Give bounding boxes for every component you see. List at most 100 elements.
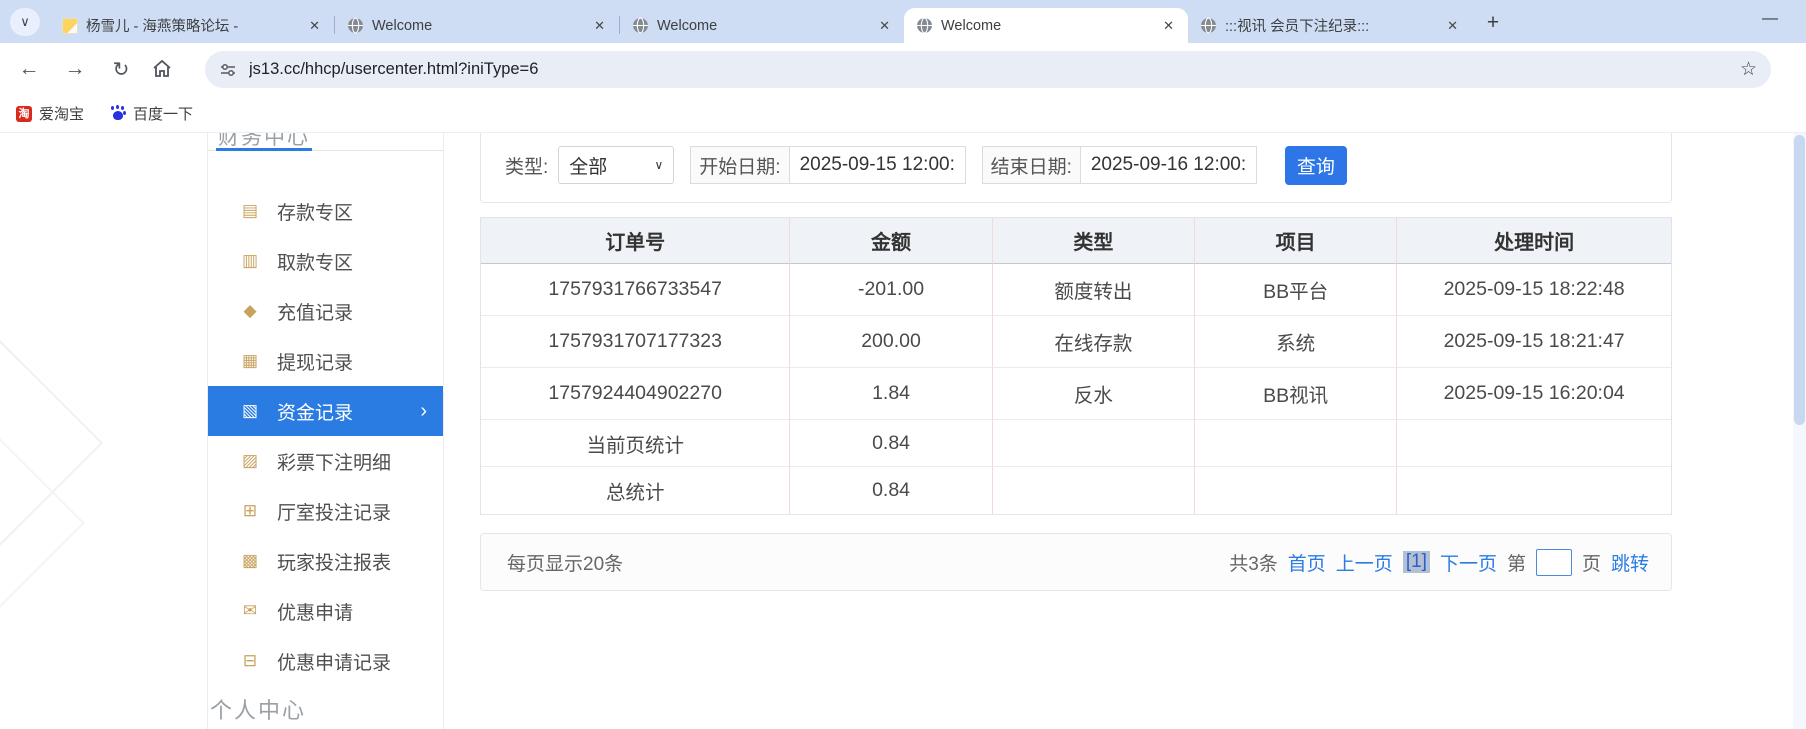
end-date-input[interactable] <box>1080 146 1257 184</box>
cell-label: 总统计 <box>481 467 791 514</box>
bookmark-label: 爱淘宝 <box>39 106 85 123</box>
close-icon[interactable]: ✕ <box>305 18 324 34</box>
money-bag-icon: ◆ <box>243 301 257 320</box>
column-header-project: 项目 <box>1194 218 1398 264</box>
sidebar-item-funds-records[interactable]: ▧ 资金记录 › <box>208 386 443 436</box>
window-minimize-button[interactable]: — <box>1762 10 1778 28</box>
sidebar-item-label: 充值记录 <box>277 302 354 324</box>
bookmark-star-icon[interactable]: ☆ <box>1740 58 1757 81</box>
chevron-right-icon: › <box>420 399 427 422</box>
scrollbar-thumb[interactable] <box>1794 135 1805 425</box>
sidebar-item-recharge-records[interactable]: ◆ 充值记录 <box>208 286 443 336</box>
cell-amount: 0.84 <box>790 420 993 467</box>
column-header-amount: 金额 <box>790 218 993 264</box>
tab-title: Welcome <box>372 17 433 34</box>
lottery-list-icon: ▨ <box>241 451 259 470</box>
sidebar-item-promo-apply[interactable]: ✉ 优惠申请 <box>208 586 443 636</box>
tab-search-button[interactable]: ∨ <box>10 8 40 36</box>
cell-project: BB平台 <box>1194 264 1398 316</box>
main-content: 类型: 全部 ∨ 开始日期: 结束日期: 查询 订单号 <box>480 133 1672 729</box>
chevron-down-icon: ∨ <box>20 14 30 29</box>
table-row: 1757924404902270 1.84 反水 BB视讯 2025-09-15… <box>481 368 1671 420</box>
sidebar-item-promo-apply-records[interactable]: ⊟ 优惠申请记录 <box>208 636 443 686</box>
tab-forum[interactable]: 杨雪儿 - 海燕策略论坛 - ✕ <box>50 8 334 43</box>
new-tab-button[interactable]: + <box>1478 8 1508 38</box>
forward-icon[interactable]: → <box>58 52 92 86</box>
browser-window: ∨ 杨雪儿 - 海燕策略论坛 - ✕ Welcome ✕ Welcome ✕ W… <box>0 0 1806 729</box>
sidebar-item-label: 玩家投注报表 <box>277 552 392 574</box>
sidebar-item-label: 厅室投注记录 <box>277 502 392 524</box>
tab-strip: ∨ 杨雪儿 - 海燕策略论坛 - ✕ Welcome ✕ Welcome ✕ W… <box>0 0 1806 43</box>
page-scrollbar[interactable] <box>1793 133 1806 729</box>
cell-empty <box>1397 420 1671 467</box>
jump-page-input[interactable] <box>1535 548 1572 576</box>
search-button[interactable]: 查询 <box>1284 145 1347 185</box>
total-count-label: 共3条 <box>1229 553 1278 575</box>
type-label: 类型: <box>505 156 549 178</box>
jump-button[interactable]: 跳转 <box>1611 549 1649 576</box>
tabs-row: 杨雪儿 - 海燕策略论坛 - ✕ Welcome ✕ Welcome ✕ Wel… <box>50 0 1508 43</box>
next-page-link[interactable]: 下一页 <box>1440 549 1497 576</box>
home-icon[interactable] <box>150 52 174 86</box>
tab-bet-records[interactable]: :::视讯 会员下注纪录::: ✕ <box>1188 8 1472 43</box>
bookmark-baidu[interactable]: 百度一下 <box>110 103 193 124</box>
globe-icon <box>348 17 363 34</box>
bookmarks-bar: 淘 爱淘宝 百度一下 <box>0 95 1806 133</box>
url-text[interactable]: js13.cc/hhcp/usercenter.html?iniType=6 <box>249 60 1740 79</box>
first-page-link[interactable]: 首页 <box>1288 549 1326 576</box>
sidebar-item-label: 优惠申请记录 <box>277 652 392 674</box>
close-icon[interactable]: ✕ <box>1159 18 1178 34</box>
sidebar-item-hall-bet-records[interactable]: ⊞ 厅室投注记录 <box>208 486 443 536</box>
cell-order-no: 1757924404902270 <box>481 368 791 420</box>
promo-envelope-icon: ✉ <box>242 601 258 620</box>
site-settings-icon[interactable] <box>219 61 237 79</box>
column-header-order-no: 订单号 <box>481 218 791 264</box>
chevron-down-icon: ∨ <box>654 158 664 172</box>
cell-amount: -201.00 <box>790 264 993 316</box>
tab-welcome-active[interactable]: Welcome ✕ <box>904 8 1188 43</box>
cell-amount: 200.00 <box>790 316 993 368</box>
tab-welcome-2[interactable]: Welcome ✕ <box>620 8 904 43</box>
sidebar-item-lottery-bet-details[interactable]: ▨ 彩票下注明细 <box>208 436 443 486</box>
url-bar[interactable]: js13.cc/hhcp/usercenter.html?iniType=6 ☆ <box>205 51 1771 88</box>
end-date-label: 结束日期: <box>981 146 1081 184</box>
tab-title: :::视讯 会员下注纪录::: <box>1225 19 1370 35</box>
jump-prefix-label: 第 <box>1506 553 1526 575</box>
prev-page-link[interactable]: 上一页 <box>1336 549 1393 576</box>
cell-empty <box>992 420 1195 467</box>
current-page-indicator: [1] <box>1402 551 1430 573</box>
close-icon[interactable]: ✕ <box>875 18 894 34</box>
sidebar-item-label: 取款专区 <box>277 252 354 274</box>
sidebar-item-deposit-zone[interactable]: ▤ 存款专区 <box>208 186 443 236</box>
sidebar-item-label: 优惠申请 <box>277 602 354 624</box>
column-header-time: 处理时间 <box>1397 218 1671 264</box>
bookmark-taobao[interactable]: 淘 爱淘宝 <box>16 103 84 124</box>
funds-cards-icon: ▧ <box>241 401 259 420</box>
cell-order-no: 1757931707177323 <box>481 316 791 368</box>
cell-amount: 0.84 <box>790 467 993 514</box>
tab-welcome-1[interactable]: Welcome ✕ <box>335 8 619 43</box>
per-page-label: 每页显示20条 <box>507 553 624 575</box>
sidebar-item-label: 存款专区 <box>277 202 354 224</box>
close-icon[interactable]: ✕ <box>590 18 609 34</box>
type-select[interactable]: 全部 ∨ <box>558 146 675 184</box>
sidebar-item-label: 资金记录 <box>277 402 354 424</box>
cell-type: 额度转出 <box>992 264 1195 316</box>
cell-time: 2025-09-15 18:21:47 <box>1397 316 1671 368</box>
cell-type: 反水 <box>992 368 1195 420</box>
close-icon[interactable]: ✕ <box>1443 18 1462 34</box>
sidebar-item-player-bet-report[interactable]: ▩ 玩家投注报表 <box>208 536 443 586</box>
sidebar-menu: ▤ 存款专区 ▥ 取款专区 ◆ 充值记录 ▦ 提现记录 ▧ 资金记录 › ▨ 彩… <box>208 186 443 686</box>
reload-icon[interactable]: ↻ <box>104 52 138 86</box>
tab-title: 杨雪儿 - 海燕策略论坛 - <box>86 19 239 35</box>
sidebar-item-withdraw-zone[interactable]: ▥ 取款专区 <box>208 236 443 286</box>
cell-project: 系统 <box>1194 316 1398 368</box>
filter-bar: 类型: 全部 ∨ 开始日期: 结束日期: 查询 <box>480 133 1672 203</box>
back-icon[interactable]: ← <box>12 52 46 86</box>
cell-amount: 1.84 <box>790 368 993 420</box>
globe-icon <box>633 17 648 34</box>
cell-empty <box>1194 467 1398 514</box>
table-row-grand-total: 总统计 0.84 <box>481 467 1671 514</box>
start-date-input[interactable] <box>789 146 966 184</box>
sidebar-item-withdrawal-records[interactable]: ▦ 提现记录 <box>208 336 443 386</box>
